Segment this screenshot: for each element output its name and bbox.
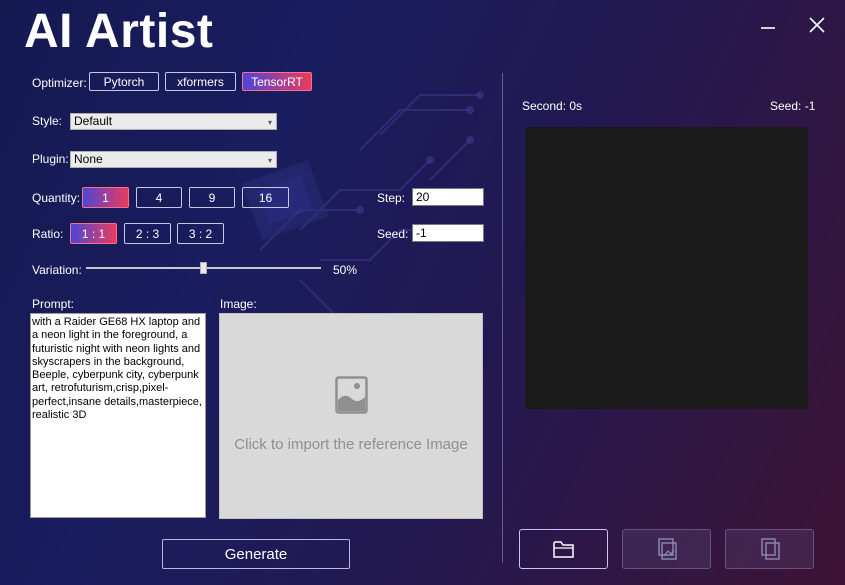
variation-label: Variation:	[32, 263, 82, 277]
minimize-button[interactable]	[755, 12, 781, 38]
quantity-16-button[interactable]: 16	[242, 187, 289, 208]
plugin-select-value: None	[74, 152, 103, 166]
step-label: Step:	[377, 191, 406, 205]
save-image-button[interactable]	[622, 529, 711, 569]
ratio-1-1-button[interactable]: 1 : 1	[70, 223, 117, 244]
quantity-4-button[interactable]: 4	[136, 187, 182, 208]
quantity-1-button[interactable]: 1	[82, 187, 129, 208]
variation-value: 50%	[333, 263, 358, 277]
chevron-down-icon: ▾	[267, 118, 272, 127]
ratio-3-2-button[interactable]: 3 : 2	[177, 223, 224, 244]
style-select[interactable]: Default ▾	[70, 113, 277, 130]
style-select-value: Default	[74, 114, 113, 128]
variation-slider-thumb[interactable]	[200, 262, 207, 274]
copy-icon	[760, 538, 780, 560]
minimize-icon	[761, 27, 775, 29]
prompt-label: Prompt:	[32, 297, 75, 311]
plugin-select[interactable]: None ▾	[70, 151, 277, 168]
close-icon	[809, 17, 825, 33]
optimizer-tensorrt-button[interactable]: TensorRT	[242, 72, 312, 91]
open-folder-button[interactable]	[519, 529, 608, 569]
close-button[interactable]	[804, 12, 830, 38]
folder-icon	[552, 541, 574, 558]
app-title: AI Artist	[24, 5, 214, 58]
prompt-textarea[interactable]: with a Raider GE68 HX laptop and a neon …	[30, 313, 206, 518]
output-seed-label: Seed: -1	[770, 99, 816, 113]
image-label: Image:	[220, 297, 257, 311]
panel-divider	[502, 73, 503, 563]
quantity-9-button[interactable]: 9	[189, 187, 235, 208]
ratio-2-3-button[interactable]: 2 : 3	[124, 223, 171, 244]
reference-image-dropzone[interactable]: Click to import the reference Image	[219, 313, 483, 519]
image-copy-icon	[657, 538, 677, 560]
optimizer-label: Optimizer:	[32, 76, 87, 90]
optimizer-xformers-button[interactable]: xformers	[165, 72, 236, 91]
generate-button[interactable]: Generate	[162, 539, 350, 569]
seed-input[interactable]: -1	[412, 224, 484, 242]
plugin-label: Plugin:	[32, 152, 69, 166]
style-label: Style:	[32, 114, 63, 128]
image-icon	[335, 376, 368, 414]
copy-image-button[interactable]	[725, 529, 814, 569]
elapsed-seconds-label: Second: 0s	[522, 99, 583, 113]
optimizer-pytorch-button[interactable]: Pytorch	[89, 72, 159, 91]
ratio-label: Ratio:	[32, 227, 64, 241]
seed-label: Seed:	[377, 227, 409, 241]
reference-image-hint: Click to import the reference Image	[234, 436, 468, 453]
output-preview	[525, 127, 808, 409]
chevron-down-icon: ▾	[267, 156, 272, 165]
step-input[interactable]: 20	[412, 188, 484, 206]
quantity-label: Quantity:	[32, 191, 81, 205]
